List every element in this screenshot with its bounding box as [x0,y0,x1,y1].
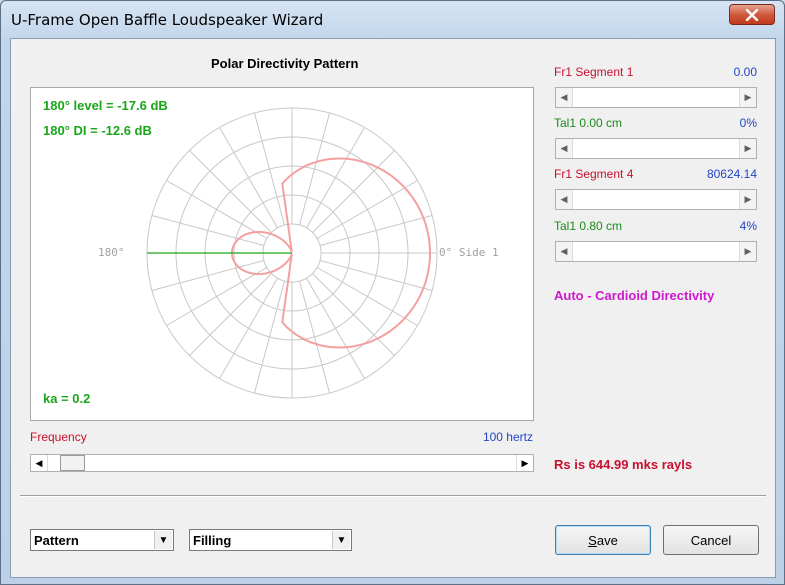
polar-grid-spoke [166,180,268,239]
control-value: 4% [739,219,757,233]
polar-grid-spoke [253,280,285,394]
polar-grid-spoke [189,273,272,356]
polar-grid-spoke [306,127,365,229]
scroll-left-arrow-icon[interactable]: ◀ [556,88,573,107]
scroll-left-arrow-icon[interactable]: ◀ [31,455,48,471]
scroll-left-arrow-icon[interactable]: ◀ [556,242,573,261]
polar-grid-spoke [166,267,268,326]
frequency-label: Frequency [30,430,87,444]
scroll-right-arrow-icon[interactable]: ▶ [739,88,756,107]
polar-grid-spoke [189,150,272,233]
control-label: Fr1 Segment 1 [554,65,634,79]
polar-grid-spoke [312,150,395,233]
control-value: 0% [739,116,757,130]
control-slider[interactable]: ◀ ▶ [555,87,757,108]
polar-grid-spoke [219,127,278,229]
polar-grid-spoke [319,214,433,246]
save-button[interactable]: Save [555,525,651,555]
angle-0-side-label: 0° Side 1 [439,246,499,259]
polar-grid-spoke [151,260,265,292]
control-slider[interactable]: ◀ ▶ [555,138,757,159]
rs-value-label: Rs is 644.99 mks rayls [554,457,693,472]
filling-combo-value: Filling [193,533,232,548]
window-title: U-Frame Open Baffle Loudspeaker Wizard [11,11,324,29]
polar-grid-spoke [253,112,285,226]
angle-180-label: 180° [98,246,125,259]
polar-grid-spoke [299,280,331,394]
scroll-left-arrow-icon[interactable]: ◀ [556,190,573,209]
frequency-value: 100 hertz [482,430,533,444]
polar-grid-spoke [312,273,395,356]
close-x-icon [745,8,759,21]
frequency-slider-thumb[interactable] [60,455,85,471]
scroll-right-arrow-icon[interactable]: ▶ [739,242,756,261]
control-value: 80624.14 [706,167,757,181]
pattern-combo-value: Pattern [34,533,79,548]
directivity-mode-label: Auto - Cardioid Directivity [554,288,715,303]
polar-grid-spoke [306,277,365,379]
di-180-label: 180° DI = -12.6 dB [43,123,152,138]
ka-label: ka = 0.2 [43,391,91,406]
control-slider[interactable]: ◀ ▶ [555,241,757,262]
polar-grid-spoke [151,214,265,246]
polar-grid-spoke [299,112,331,226]
filling-combo[interactable]: Filling ▼ [189,529,352,551]
bottom-separator [20,495,766,497]
client-area: Polar Directivity Pattern 180° level = -… [10,38,776,578]
polar-title: Polar Directivity Pattern [211,56,359,71]
polar-grid-spoke [219,277,278,379]
polar-grid-spoke [316,180,418,239]
cancel-button[interactable]: Cancel [663,525,759,555]
dropdown-arrow-icon[interactable]: ▼ [154,531,172,549]
wizard-window: U-Frame Open Baffle Loudspeaker Wizard P… [0,0,785,585]
scroll-left-arrow-icon[interactable]: ◀ [556,139,573,158]
scroll-right-arrow-icon[interactable]: ▶ [739,190,756,209]
control-value: 0.00 [733,65,757,79]
scroll-right-arrow-icon[interactable]: ▶ [739,139,756,158]
polar-grid-spoke [316,267,418,326]
save-button-label: ave [596,532,618,548]
control-label: Fr1 Segment 4 [554,167,634,181]
polar-plot: 180° level = -17.6 dB 180° DI = -12.6 dB… [30,87,534,421]
control-label: Tal1 0.80 cm [554,219,623,233]
polar-grid-spoke [319,260,433,292]
level-180-label: 180° level = -17.6 dB [43,98,168,113]
title-bar[interactable]: U-Frame Open Baffle Loudspeaker Wizard [1,1,784,37]
control-label: Tal1 0.00 cm [554,116,623,130]
scroll-right-arrow-icon[interactable]: ▶ [516,455,533,471]
dropdown-arrow-icon[interactable]: ▼ [332,531,350,549]
close-button[interactable] [729,4,775,25]
frequency-slider[interactable]: ◀ ▶ [30,454,534,472]
pattern-combo[interactable]: Pattern ▼ [30,529,174,551]
save-button-mnemonic: S [588,532,597,548]
control-slider[interactable]: ◀ ▶ [555,189,757,210]
